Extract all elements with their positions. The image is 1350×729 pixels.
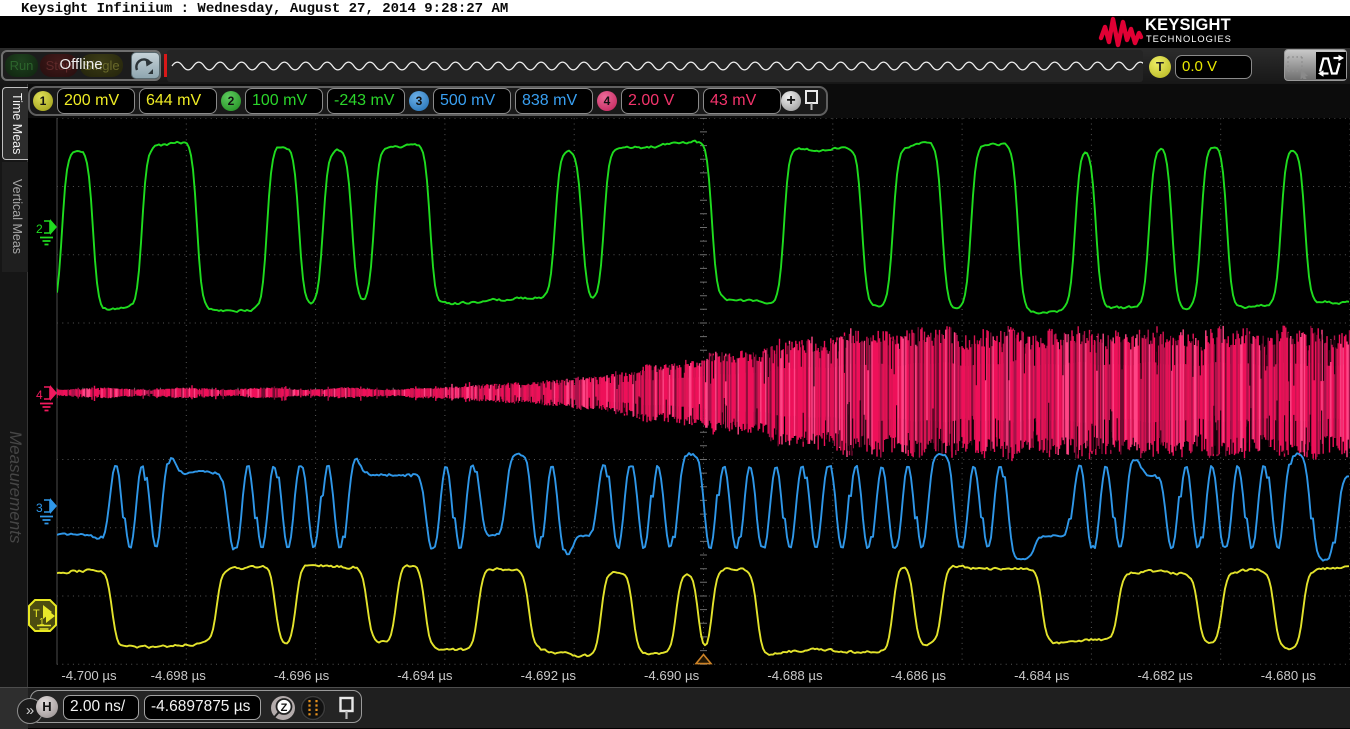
svg-text:4: 4 [36, 388, 43, 402]
svg-text:-4.686 µs: -4.686 µs [891, 668, 947, 683]
svg-text:-4.688 µs: -4.688 µs [767, 668, 823, 683]
svg-text:-4.692 µs: -4.692 µs [521, 668, 577, 683]
svg-text:-4.684 µs: -4.684 µs [1014, 668, 1070, 683]
svg-text:-4.700 µs: -4.700 µs [61, 668, 117, 683]
svg-text:2: 2 [36, 222, 43, 236]
svg-text:Z: Z [281, 702, 288, 714]
svg-text:-4.690 µs: -4.690 µs [644, 668, 700, 683]
svg-text:-4.682 µs: -4.682 µs [1137, 668, 1193, 683]
svg-text:1: 1 [39, 617, 45, 628]
svg-text:-4.694 µs: -4.694 µs [397, 668, 453, 683]
svg-text:-4.696 µs: -4.696 µs [274, 668, 330, 683]
svg-text:-4.680 µs: -4.680 µs [1261, 668, 1317, 683]
svg-text:-4.698 µs: -4.698 µs [151, 668, 207, 683]
svg-text:3: 3 [36, 501, 43, 515]
